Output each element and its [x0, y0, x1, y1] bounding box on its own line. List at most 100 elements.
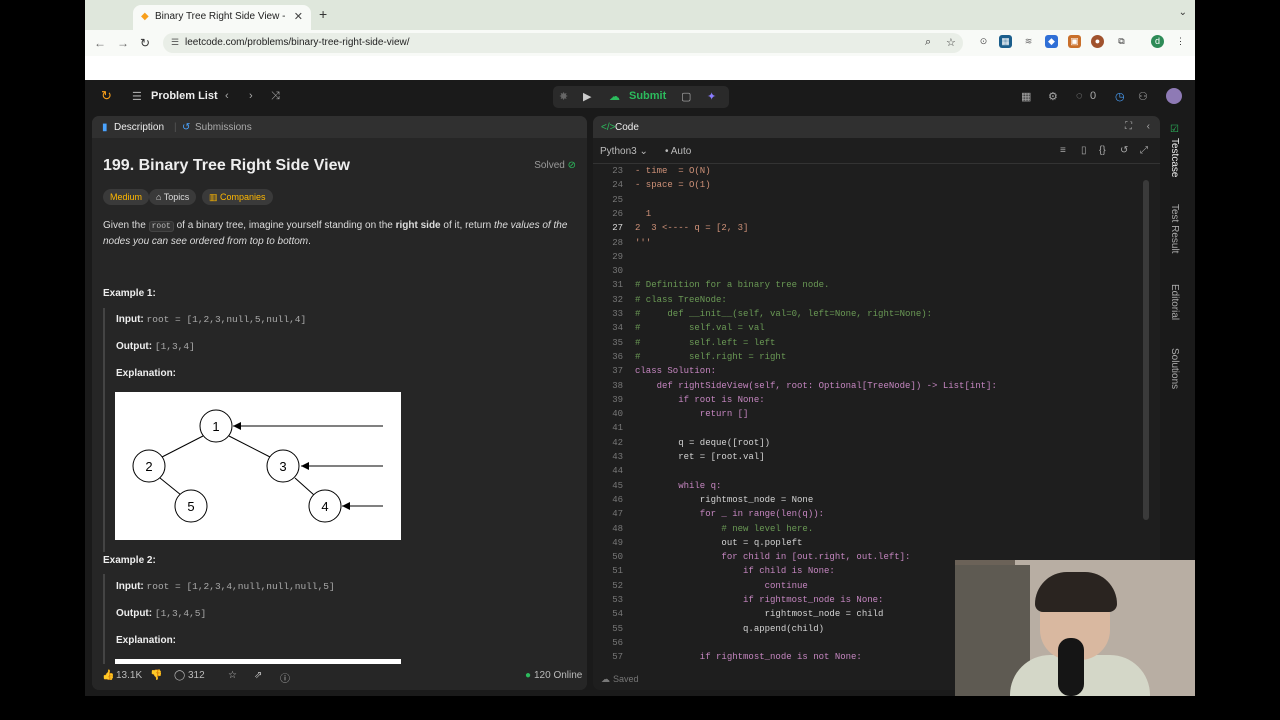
browser-tab[interactable]: ◆ Binary Tree Right Side View - ✕	[133, 5, 311, 30]
back-icon[interactable]: ←	[94, 36, 106, 50]
desc-end: .	[308, 236, 311, 247]
coin-icon[interactable]: ◌	[1076, 90, 1083, 102]
example-1-explanation: Explanation:	[116, 368, 176, 379]
browser-menu-icon[interactable]: ⋮	[1174, 35, 1187, 48]
tab-title: Binary Tree Right Side View -	[155, 11, 285, 22]
companies-badge[interactable]: ▥ Companies	[202, 189, 273, 205]
problem-list-link[interactable]: Problem List	[151, 90, 218, 102]
solved-text: Solved	[534, 160, 565, 171]
line-number: 23	[612, 166, 623, 176]
desc-text: Given the	[103, 220, 146, 231]
extension-icon[interactable]: ≋	[1022, 35, 1035, 48]
user-avatar[interactable]	[1166, 88, 1182, 104]
ai-sparkle-icon[interactable]: ✦	[707, 90, 716, 103]
tab-testcase[interactable]: Testcase	[1169, 138, 1180, 177]
bookmark-star-icon[interactable]: ☆	[946, 36, 956, 49]
layout-icon[interactable]: ▦	[1021, 90, 1031, 103]
favorite-star-icon[interactable]: ☆	[228, 670, 237, 681]
code-line: # def __init__(self, val=0, left=None, r…	[635, 309, 933, 319]
webcam-person-hair	[1035, 572, 1117, 612]
notes-icon[interactable]: ▢	[681, 90, 691, 103]
code-line: rightmost_node = child	[635, 609, 884, 620]
line-number: 44	[612, 466, 623, 477]
dislike-icon[interactable]: 👎	[150, 670, 162, 681]
output-value: [1,3,4]	[154, 341, 195, 352]
code-line: while q:	[635, 480, 722, 491]
building-icon: ▥	[209, 192, 221, 202]
webcam-overlay	[955, 560, 1195, 696]
code-tab[interactable]: Code	[615, 122, 639, 133]
tab-description[interactable]: Description	[114, 122, 164, 133]
list-icon[interactable]: ☰	[132, 90, 142, 103]
reload-icon[interactable]: ↻	[140, 36, 150, 50]
node-label: 5	[187, 499, 194, 514]
bookmark-icon[interactable]: ▯	[1081, 145, 1087, 156]
extensions-puzzle-icon[interactable]: ⧉	[1115, 35, 1128, 48]
next-problem-icon[interactable]: ›	[249, 90, 253, 102]
tab-editorial[interactable]: Editorial	[1169, 284, 1180, 320]
zoom-icon[interactable]: ⌕	[925, 36, 931, 49]
debug-icon[interactable]: ✸	[559, 90, 568, 103]
settings-gear-icon[interactable]: ⚙	[1048, 90, 1058, 103]
url-field[interactable]: ☰ leetcode.com/problems/binary-tree-righ…	[163, 33, 963, 53]
comment-icon[interactable]: ◯	[174, 670, 185, 681]
extension-icon[interactable]: ⊙	[977, 35, 990, 48]
leetcode-logo-icon[interactable]: ↻	[101, 88, 112, 104]
line-number: 51	[612, 566, 623, 577]
code-line: def rightSideView(self, root: Optional[T…	[635, 380, 997, 391]
format-icon[interactable]: ≡	[1060, 145, 1066, 156]
collapse-icon[interactable]: ‹	[1147, 121, 1150, 132]
forward-icon[interactable]: →	[117, 36, 129, 50]
topics-badge[interactable]: ⌂ Topics	[149, 189, 197, 205]
extension-icon[interactable]: ▦	[999, 35, 1012, 48]
like-count: 13.1K	[116, 670, 143, 681]
bookmarks-bar	[85, 56, 1195, 80]
code-line: if child is None:	[635, 566, 835, 577]
check-circle-icon: ⊘	[567, 160, 576, 171]
arrow-head	[342, 502, 350, 510]
add-friend-icon[interactable]: ⚇	[1138, 90, 1148, 103]
tab-test-result[interactable]: Test Result	[1169, 204, 1180, 253]
language-select[interactable]: Python3 ⌄	[600, 146, 648, 157]
shuffle-icon[interactable]: ⤨	[271, 90, 280, 103]
close-tab-icon[interactable]: ✕	[294, 10, 303, 23]
code-line: # Definition for a binary tree node.	[635, 280, 830, 291]
timer-icon[interactable]: ◷	[1115, 90, 1125, 103]
profile-avatar[interactable]: d	[1151, 35, 1164, 48]
coin-count: 0	[1090, 90, 1097, 102]
node-label: 4	[321, 499, 328, 514]
line-number: 49	[612, 537, 623, 548]
braces-icon[interactable]: {}	[1099, 145, 1106, 156]
submit-button[interactable]: Submit	[629, 90, 666, 102]
extension-icon[interactable]: ●	[1091, 35, 1104, 48]
help-icon[interactable]: ⓘ	[280, 670, 290, 685]
cloud-icon: ☁	[601, 674, 610, 684]
tab-solutions[interactable]: Solutions	[1169, 348, 1180, 389]
code-line: - space = O(1)	[635, 180, 711, 191]
problem-description: Given the root of a binary tree, imagine…	[103, 218, 573, 249]
new-tab-button[interactable]: +	[319, 6, 327, 22]
auto-mode[interactable]: • Auto	[665, 146, 691, 157]
prev-problem-icon[interactable]: ‹	[225, 90, 229, 102]
comment-count: 312	[188, 670, 205, 681]
like-icon[interactable]: 👍	[102, 670, 114, 681]
reset-icon[interactable]: ↺	[1120, 145, 1128, 156]
line-number: 30	[612, 266, 623, 277]
site-info-icon[interactable]: ☰	[171, 37, 179, 48]
tree-edge	[228, 435, 273, 459]
tab-search-chevron-icon[interactable]: ⌄	[1179, 7, 1187, 18]
extension-icon[interactable]: ▣	[1068, 35, 1081, 48]
example-1-input: Input: root = [1,2,3,null,5,null,4]	[116, 314, 306, 325]
editor-scrollbar[interactable]	[1143, 180, 1149, 520]
line-number: 37	[612, 366, 623, 377]
share-icon[interactable]: ⇗	[254, 670, 262, 681]
line-number: 46	[612, 494, 623, 505]
code-line: # self.val = val	[635, 323, 765, 334]
arrow-head	[233, 422, 241, 430]
difficulty-badge[interactable]: Medium	[103, 189, 150, 205]
maximize-icon[interactable]: ⛶	[1125, 121, 1132, 132]
run-icon[interactable]: ▶	[583, 90, 591, 103]
tab-submissions[interactable]: Submissions	[195, 122, 252, 133]
extension-icon[interactable]: ◆	[1045, 35, 1058, 48]
expand-icon[interactable]: ⤢	[1140, 145, 1148, 156]
